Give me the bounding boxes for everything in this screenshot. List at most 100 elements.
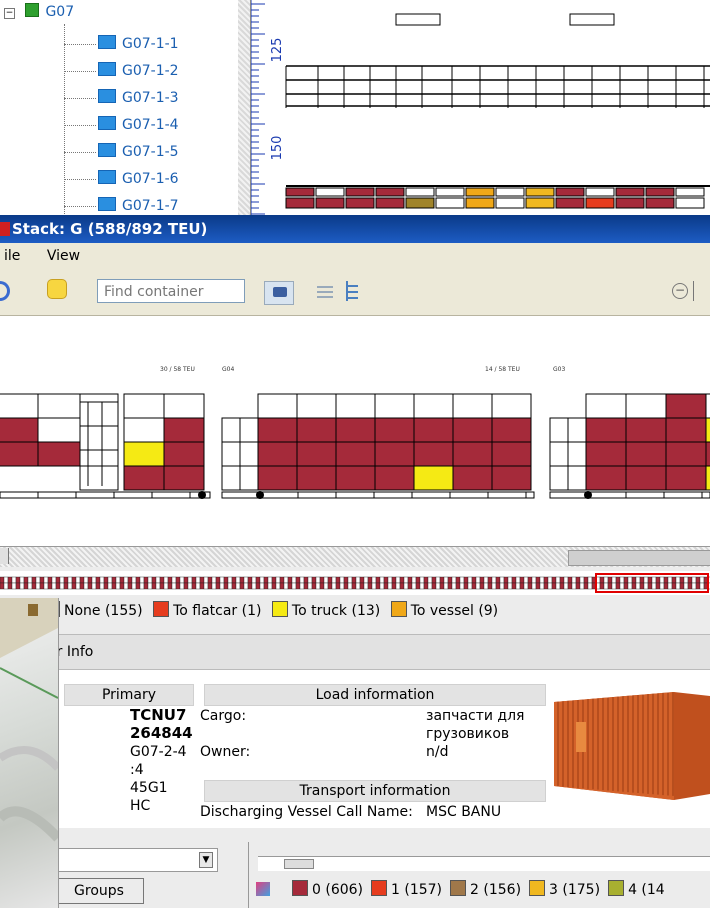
minimap-cell <box>163 576 169 584</box>
stack-marker <box>584 491 592 499</box>
stack-marker <box>256 491 264 499</box>
group-select[interactable]: ▼ <box>54 848 218 872</box>
minimap-cell <box>247 582 253 590</box>
minimap-cell <box>223 576 229 584</box>
stack-slot <box>491 441 532 467</box>
minimap-cell <box>315 582 321 590</box>
legend-flatcar: To flatcar (1) <box>153 601 262 619</box>
minimap-cell <box>391 576 397 584</box>
stack-slot <box>296 441 337 467</box>
container-info-header[interactable]: er Info <box>0 634 710 670</box>
tier-label: 1 (157) <box>391 882 443 898</box>
minimap-cell <box>203 582 209 590</box>
minimap-cell <box>439 582 445 590</box>
minimap-cell <box>619 582 625 590</box>
tree-root[interactable]: − G07 <box>4 2 74 22</box>
minimap-cell <box>327 582 333 590</box>
minimap-cell <box>75 582 81 590</box>
minimap-cell <box>615 576 621 584</box>
stack-marker <box>198 491 206 499</box>
horizontal-scrollbar[interactable] <box>0 546 710 567</box>
tree-scrollbar[interactable] <box>238 0 250 215</box>
tree-item-label: G07-1-6 <box>122 171 179 187</box>
minimap-cell <box>551 576 557 584</box>
collapse-icon[interactable]: − <box>4 8 15 19</box>
load-info-header: Load information <box>204 684 546 706</box>
minimap-cell <box>571 582 577 590</box>
legend-label: To flatcar (1) <box>173 603 262 619</box>
minimap-cell <box>203 576 209 584</box>
stack-slot <box>123 465 165 491</box>
truck-filter-icon[interactable] <box>264 281 294 305</box>
bottom-bar: ▼ Groups 0 (606) 1 (157) 2 (156) 3 (175) 4 (… <box>0 828 710 908</box>
palette-icon[interactable] <box>256 882 270 896</box>
minimap-cell <box>91 582 97 590</box>
minimap-cell <box>507 582 513 590</box>
minimap-cell <box>127 582 133 590</box>
find-container-input[interactable]: Find container <box>97 279 245 303</box>
zoom-out-icon[interactable]: − <box>672 283 688 299</box>
minimap-cell <box>515 582 521 590</box>
tree-item[interactable]: G07-1-3 <box>64 88 179 108</box>
minimap-cell <box>423 576 429 584</box>
highlight-icon[interactable] <box>48 280 66 298</box>
minimap-cell <box>459 582 465 590</box>
stack-slot <box>37 417 81 443</box>
tree-view-icon[interactable] <box>346 281 364 301</box>
zoom-slider[interactable] <box>693 281 710 301</box>
minimap-cell <box>491 576 497 584</box>
stack-slot <box>296 393 337 419</box>
tree-item[interactable]: G07-1-7 <box>64 196 179 215</box>
menu-view[interactable]: View <box>47 248 80 264</box>
container-info-panel: Primary Load information : TCNU7 264844 … <box>0 670 710 828</box>
row-cell <box>555 187 585 197</box>
stack-slot <box>374 441 415 467</box>
minimap-cell <box>139 582 145 590</box>
minimap-cell <box>215 576 221 584</box>
row-cell <box>285 197 315 209</box>
minimap-cell <box>639 576 645 584</box>
minimap-cell <box>531 582 537 590</box>
menu-file[interactable]: ile <box>4 248 20 264</box>
minimap-cell <box>131 576 137 584</box>
photo-overlay <box>0 598 59 908</box>
minimap-cell <box>699 582 705 590</box>
scroll-left-button[interactable] <box>0 548 9 564</box>
minimap-cell <box>163 582 169 590</box>
minimap-cell <box>27 582 33 590</box>
row-ruler: 125 150 <box>250 0 285 215</box>
container-image <box>554 692 710 800</box>
tree-item[interactable]: G07-1-5 <box>64 142 179 162</box>
container-label-plate <box>576 722 586 752</box>
minimap-cell <box>147 582 153 590</box>
minimap-cell <box>587 576 593 584</box>
minimap-cell <box>627 576 633 584</box>
groups-button[interactable]: Groups <box>54 878 144 904</box>
stack-slot <box>257 417 298 443</box>
minimap-cell <box>95 576 101 584</box>
minimap-cell <box>291 582 297 590</box>
row-cell <box>525 187 555 197</box>
tree-item[interactable]: G07-1-4 <box>64 115 179 135</box>
minimap-cell <box>323 576 329 584</box>
dropdown-arrow-icon[interactable]: ▼ <box>199 852 213 868</box>
refresh-icon[interactable] <box>0 281 10 301</box>
tree-item[interactable]: G07-1-1 <box>64 34 179 54</box>
minimap-cell <box>279 576 285 584</box>
tree-item-label: G07-1-2 <box>122 63 179 79</box>
minimap-cell <box>339 576 345 584</box>
bottom-scroll-thumb[interactable] <box>284 859 314 869</box>
tree-item[interactable]: G07-1-6 <box>64 169 179 189</box>
overview-minimap[interactable] <box>0 571 710 595</box>
scrollbar-thumb[interactable] <box>568 550 710 566</box>
minimap-strip <box>0 573 710 593</box>
list-view-icon[interactable] <box>317 283 333 299</box>
minimap-cell <box>503 576 509 584</box>
stack-slot <box>257 465 298 491</box>
minimap-cell <box>211 576 217 584</box>
minimap-cell <box>659 582 665 590</box>
splitter[interactable] <box>248 842 249 908</box>
tree-item[interactable]: G07-1-2 <box>64 61 179 81</box>
minimap-cell <box>111 576 117 584</box>
bottom-scroll-track[interactable] <box>258 856 710 871</box>
